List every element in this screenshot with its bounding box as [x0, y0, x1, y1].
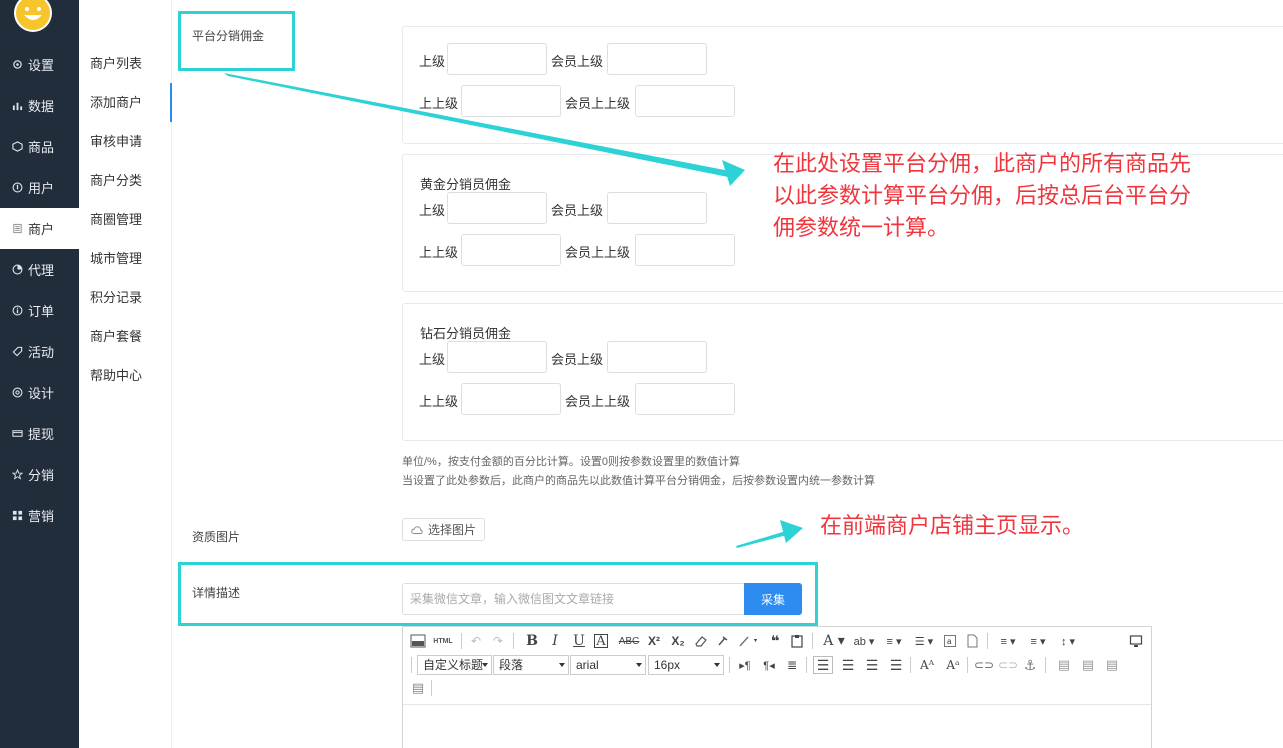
annotation-commission-line-3: 佣参数统一计算。 [773, 215, 950, 240]
arrow-commission [224, 73, 735, 178]
annotation-commission-line-1: 在此处设置平台分佣，此商户的所有商品先 [773, 151, 1192, 176]
annotation-commission-line-2: 以此参数计算平台分佣，后按总后台平台分 [773, 183, 1192, 208]
app-root: 设置 数据 商品 用户 商户 代理 订单 活动 设计 提现 分销 营销 商户列表… [0, 0, 1283, 748]
arrow-storefront [736, 531, 787, 548]
annotation-storefront: 在前端商户店铺主页显示。 [820, 513, 1085, 538]
arrow-head-storefront [780, 520, 803, 543]
annotation-arrows [224, 73, 803, 548]
